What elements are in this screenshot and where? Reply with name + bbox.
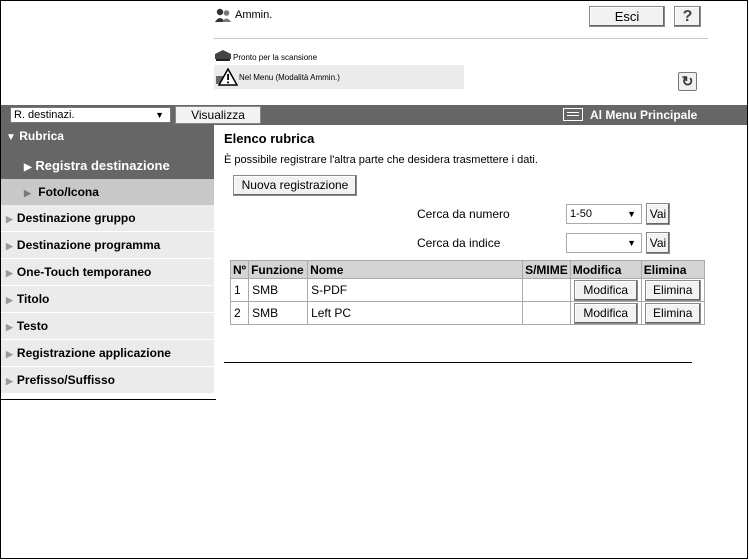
destination-select-value: R. destinazi. bbox=[14, 109, 75, 121]
status-admin-mode: Nel Menu (Modalità Ammin.) bbox=[239, 73, 340, 82]
search-number-label: Cerca da numero bbox=[417, 207, 510, 221]
column-header-function: Funzione bbox=[248, 260, 309, 279]
sidebar-item-destinazione-programma[interactable]: ▶ Destinazione programma bbox=[1, 232, 214, 259]
page-description: È possibile registrare l'altra parte che… bbox=[224, 154, 538, 166]
view-button[interactable]: Visualizza bbox=[175, 106, 261, 124]
triangle-down-icon: ▼ bbox=[6, 132, 16, 143]
table-row: 2 SMB Left PC Modifica Elimina bbox=[229, 301, 705, 325]
sidebar-section-label: Rubrica bbox=[19, 129, 64, 143]
triangle-right-icon: ▶ bbox=[6, 241, 13, 251]
row-name: Left PC bbox=[307, 301, 524, 325]
status-scan-ready: Pronto per la scansione bbox=[233, 53, 318, 62]
sidebar-item-foto-icona[interactable]: ▶ Foto/Icona bbox=[1, 179, 214, 205]
main-menu-icon[interactable] bbox=[563, 108, 583, 121]
sidebar-item-label: Registrazione applicazione bbox=[16, 346, 171, 360]
app-window: Ammin. Esci ? Pronto per la scansione Ne… bbox=[0, 0, 748, 559]
table-row: 1 SMB S-PDF Modifica Elimina bbox=[229, 278, 705, 302]
delete-button[interactable]: Elimina bbox=[644, 302, 701, 324]
chevron-down-icon: ▼ bbox=[155, 110, 164, 120]
triangle-right-icon: ▶ bbox=[6, 268, 13, 278]
sidebar-item-registra-destinazione[interactable]: ▶ Registra destinazione bbox=[1, 152, 214, 179]
triangle-right-icon: ▶ bbox=[24, 162, 32, 173]
triangle-right-icon: ▶ bbox=[24, 188, 31, 198]
main-menu-link[interactable]: Al Menu Principale bbox=[590, 108, 697, 122]
edit-cell: Modifica bbox=[569, 278, 642, 302]
warning-icon bbox=[216, 68, 238, 86]
sidebar-item-prefisso-suffisso[interactable]: ▶ Prefisso/Suffisso bbox=[1, 367, 214, 394]
column-header-delete: Elimina bbox=[640, 260, 705, 279]
sidebar-item-testo[interactable]: ▶ Testo bbox=[1, 313, 214, 340]
column-header-smime: S/MIME bbox=[522, 260, 571, 279]
sidebar-divider bbox=[1, 399, 216, 400]
sidebar-item-label: Foto/Icona bbox=[38, 185, 99, 199]
search-number-select[interactable]: 1-50 ▼ bbox=[566, 204, 642, 224]
table-header-row: Nº Funzione Nome S/MIME Modifica Elimina bbox=[229, 260, 705, 279]
delete-cell: Elimina bbox=[640, 301, 705, 325]
triangle-right-icon: ▶ bbox=[6, 322, 13, 332]
triangle-right-icon: ▶ bbox=[6, 295, 13, 305]
sidebar-item-label: Destinazione gruppo bbox=[16, 211, 136, 225]
sidebar-section-rubrica[interactable]: ▼ Rubrica bbox=[1, 125, 214, 152]
sidebar-item-destinazione-gruppo[interactable]: ▶ Destinazione gruppo bbox=[1, 205, 214, 232]
column-header-num: Nº bbox=[229, 260, 250, 279]
help-button[interactable]: ? bbox=[674, 6, 701, 27]
triangle-right-icon: ▶ bbox=[6, 214, 13, 224]
delete-button[interactable]: Elimina bbox=[644, 279, 701, 301]
triangle-right-icon: ▶ bbox=[6, 376, 13, 386]
sidebar-item-label: Registra destinazione bbox=[35, 158, 170, 173]
row-smime bbox=[522, 301, 571, 325]
search-index-select[interactable]: ▼ bbox=[566, 233, 642, 253]
sidebar-item-label: One-Touch temporaneo bbox=[16, 265, 152, 279]
row-num: 2 bbox=[229, 301, 250, 325]
header-divider bbox=[214, 38, 708, 39]
edit-button[interactable]: Modifica bbox=[573, 279, 638, 301]
search-index-go-button[interactable]: Vai bbox=[646, 232, 670, 254]
user-name: Ammin. bbox=[235, 9, 273, 21]
column-header-name: Nome bbox=[307, 260, 524, 279]
address-book-table: Nº Funzione Nome S/MIME Modifica Elimina… bbox=[229, 260, 705, 325]
chevron-down-icon: ▼ bbox=[627, 209, 636, 219]
destination-select[interactable]: R. destinazi. ▼ bbox=[10, 107, 171, 123]
sidebar-item-one-touch[interactable]: ▶ One-Touch temporaneo bbox=[1, 259, 214, 286]
logout-button[interactable]: Esci bbox=[589, 6, 665, 27]
row-function: SMB bbox=[248, 278, 309, 302]
new-registration-button[interactable]: Nuova registrazione bbox=[233, 175, 357, 196]
sidebar-item-registrazione-applicazione[interactable]: ▶ Registrazione applicazione bbox=[1, 340, 214, 367]
status-mode-box: Nel Menu (Modalità Ammin.) bbox=[214, 65, 464, 89]
edit-cell: Modifica bbox=[569, 301, 642, 325]
edit-button[interactable]: Modifica bbox=[573, 302, 638, 324]
refresh-icon[interactable]: ↻ bbox=[678, 72, 697, 91]
sidebar-item-titolo[interactable]: ▶ Titolo bbox=[1, 286, 214, 313]
sidebar-item-label: Testo bbox=[16, 319, 49, 333]
column-header-edit: Modifica bbox=[569, 260, 642, 279]
delete-cell: Elimina bbox=[640, 278, 705, 302]
sidebar-item-label: Prefisso/Suffisso bbox=[16, 373, 115, 387]
row-smime bbox=[522, 278, 571, 302]
admin-user-icon bbox=[215, 8, 231, 22]
search-index-label: Cerca da indice bbox=[417, 236, 501, 250]
chevron-down-icon: ▼ bbox=[627, 238, 636, 248]
scanner-icon bbox=[215, 50, 231, 61]
search-number-value: 1-50 bbox=[570, 208, 593, 220]
sidebar-item-label: Titolo bbox=[16, 292, 50, 306]
row-name: S-PDF bbox=[307, 278, 524, 302]
content-divider bbox=[224, 362, 692, 363]
sidebar-list: ▶ Destinazione gruppo ▶ Destinazione progr… bbox=[1, 205, 214, 394]
page-title: Elenco rubrica bbox=[224, 131, 315, 146]
triangle-right-icon: ▶ bbox=[6, 349, 13, 359]
row-function: SMB bbox=[248, 301, 309, 325]
row-num: 1 bbox=[229, 278, 250, 302]
search-number-go-button[interactable]: Vai bbox=[646, 203, 670, 225]
sidebar-item-label: Destinazione programma bbox=[16, 238, 161, 252]
